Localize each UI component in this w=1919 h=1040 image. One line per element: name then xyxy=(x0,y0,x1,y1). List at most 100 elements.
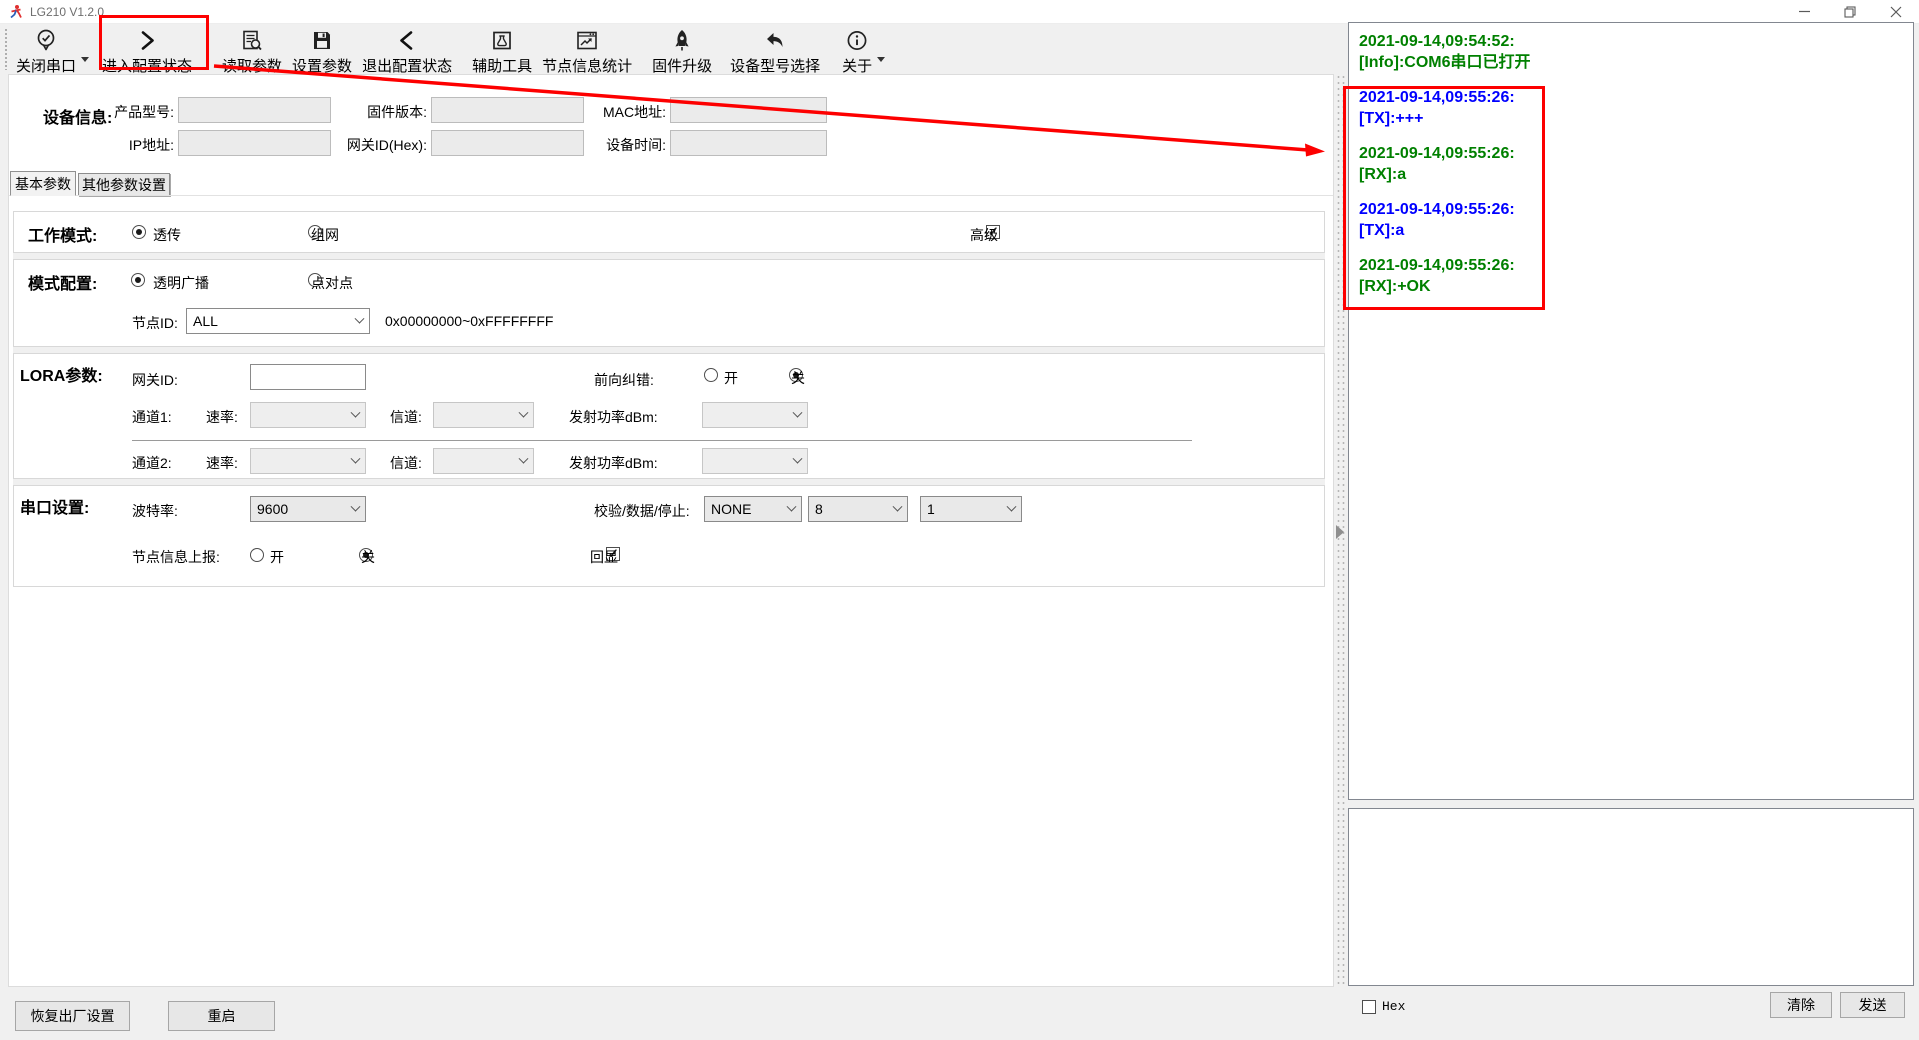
toolbar-gripper[interactable] xyxy=(4,28,9,70)
back-arrow-icon xyxy=(762,27,788,54)
ip-address-label: IP地址: xyxy=(69,135,174,155)
baud-select[interactable]: 9600 xyxy=(250,496,366,522)
restart-button[interactable]: 重启 xyxy=(168,1001,275,1031)
channel1-power-select[interactable] xyxy=(702,402,808,428)
toolbar-firmware-upgrade-button[interactable]: 固件升级 xyxy=(647,25,717,76)
channel1-channel-select[interactable] xyxy=(433,402,534,428)
factory-reset-label: 恢复出厂设置 xyxy=(31,1006,115,1026)
report-off-label: 关 xyxy=(361,547,375,567)
baud-label: 波特率: xyxy=(132,501,178,521)
mode-config-title: 模式配置: xyxy=(28,270,97,294)
chevron-down-icon xyxy=(1007,501,1017,511)
broadcast-label: 透明广播 xyxy=(153,273,209,293)
device-time-label: 设备时间: xyxy=(569,135,666,155)
tab-divider xyxy=(9,195,1333,196)
toolbar-close-serial-button[interactable]: 关闭串口 xyxy=(11,25,81,76)
chevron-down-icon xyxy=(893,501,903,511)
toolbar-set-params-button[interactable]: 设置参数 xyxy=(287,25,357,76)
channel2-channel-select[interactable] xyxy=(433,448,534,474)
channel1-rate-select[interactable] xyxy=(250,402,366,428)
parity-value: NONE xyxy=(711,501,751,517)
serial-title: 串口设置: xyxy=(20,494,89,518)
node-id-label: 节点ID: xyxy=(132,313,178,333)
maximize-button[interactable] xyxy=(1827,0,1873,24)
chevron-down-icon xyxy=(793,407,803,417)
advanced-label: 高级 xyxy=(970,225,998,245)
channel2-rate-select[interactable] xyxy=(250,448,366,474)
ip-address-field[interactable] xyxy=(178,130,331,156)
clear-button[interactable]: 清除 xyxy=(1770,992,1832,1018)
tab-basic-params-label: 基本参数 xyxy=(15,174,71,194)
factory-reset-button[interactable]: 恢复出厂设置 xyxy=(15,1001,130,1031)
close-button[interactable] xyxy=(1873,0,1919,24)
broadcast-radio[interactable] xyxy=(131,273,145,287)
data-bits-select[interactable]: 8 xyxy=(808,496,908,522)
work-mode-title: 工作模式: xyxy=(28,222,97,246)
toolbar-aux-tools-label: 辅助工具 xyxy=(472,55,532,76)
minimize-button[interactable] xyxy=(1781,0,1827,24)
send-input-box xyxy=(1348,808,1914,986)
channel2-power-label: 发射功率dBm: xyxy=(569,453,658,473)
toolbar-read-params-button[interactable]: 读取参数 xyxy=(217,25,287,76)
channel1-channel-label: 信道: xyxy=(390,407,422,427)
doc-search-icon xyxy=(239,27,265,54)
tab-other-params[interactable]: 其他参数设置 xyxy=(78,173,170,196)
toolbar-close-serial-label: 关闭串口 xyxy=(16,55,76,76)
gateway-id-hex-label: 网关ID(Hex): xyxy=(329,135,427,155)
channel1-rate-label: 速率: xyxy=(206,407,238,427)
work-mode-transparent-radio[interactable] xyxy=(132,225,146,239)
firmware-version-field[interactable] xyxy=(431,97,584,123)
gateway-id-hex-field[interactable] xyxy=(431,130,584,156)
fec-label: 前向纠错: xyxy=(594,370,654,390)
fec-on-radio[interactable] xyxy=(704,368,718,382)
firmware-version-label: 固件版本: xyxy=(329,102,427,122)
report-on-radio[interactable] xyxy=(250,548,264,562)
hex-checkbox[interactable] xyxy=(1362,1000,1376,1014)
echo-label: 回显 xyxy=(590,547,618,567)
parity-select[interactable]: NONE xyxy=(704,496,802,522)
channel2-power-select[interactable] xyxy=(702,448,808,474)
chevron-down-icon xyxy=(787,501,797,511)
window-title: LG210 V1.2.0 xyxy=(30,5,104,19)
chart-window-icon xyxy=(574,27,600,54)
annotation-box-log xyxy=(1343,86,1545,310)
stop-bits-select[interactable]: 1 xyxy=(920,496,1022,522)
floppy-icon xyxy=(309,27,335,54)
serial-pin-icon xyxy=(33,27,59,54)
toolbar-aux-tools-button[interactable]: 辅助工具 xyxy=(467,25,537,76)
toolbar-exit-config-label: 退出配置状态 xyxy=(362,55,452,76)
toolbar-device-model-button[interactable]: 设备型号选择 xyxy=(725,25,825,76)
toolbar-node-stats-label: 节点信息统计 xyxy=(542,55,632,76)
annotation-box-enter-config xyxy=(99,15,209,70)
p2p-label: 点对点 xyxy=(311,273,353,293)
chevron-down-icon xyxy=(351,453,361,463)
channel1-label: 通道1: xyxy=(132,407,172,427)
restart-label: 重启 xyxy=(208,1006,236,1026)
channel-divider xyxy=(132,440,1192,441)
node-id-select[interactable]: ALL xyxy=(186,308,370,334)
clear-label: 清除 xyxy=(1787,995,1815,1015)
mac-address-field[interactable] xyxy=(670,97,827,123)
tab-basic-params[interactable]: 基本参数 xyxy=(10,171,76,196)
data-bits-value: 8 xyxy=(815,501,823,517)
stop-bits-value: 1 xyxy=(927,501,935,517)
toolbar-about-button[interactable]: 关于 xyxy=(837,25,877,76)
app-logo-icon xyxy=(8,4,24,20)
fec-off-label: 关 xyxy=(791,368,805,388)
toolbar-exit-config-button[interactable]: 退出配置状态 xyxy=(357,25,457,76)
about-caret-icon[interactable] xyxy=(877,57,885,62)
product-model-field[interactable] xyxy=(178,97,331,123)
close-serial-caret-icon[interactable] xyxy=(81,57,89,62)
device-time-field[interactable] xyxy=(670,130,827,156)
lora-gateway-id-input[interactable] xyxy=(250,364,366,390)
toolbar-node-stats-button[interactable]: 节点信息统计 xyxy=(537,25,637,76)
channel2-rate-label: 速率: xyxy=(206,453,238,473)
node-id-value: ALL xyxy=(193,313,218,329)
send-button[interactable]: 发送 xyxy=(1840,992,1905,1018)
mode-config-groupbox: 模式配置: 透明广播 点对点 节点ID: ALL 0x00000000~0xFF… xyxy=(13,259,1325,347)
send-input[interactable] xyxy=(1349,809,1913,985)
splitter-collapse-icon[interactable] xyxy=(1336,525,1344,539)
channel1-power-label: 发射功率dBm: xyxy=(569,407,658,427)
baud-value: 9600 xyxy=(257,501,288,517)
channel2-channel-label: 信道: xyxy=(390,453,422,473)
